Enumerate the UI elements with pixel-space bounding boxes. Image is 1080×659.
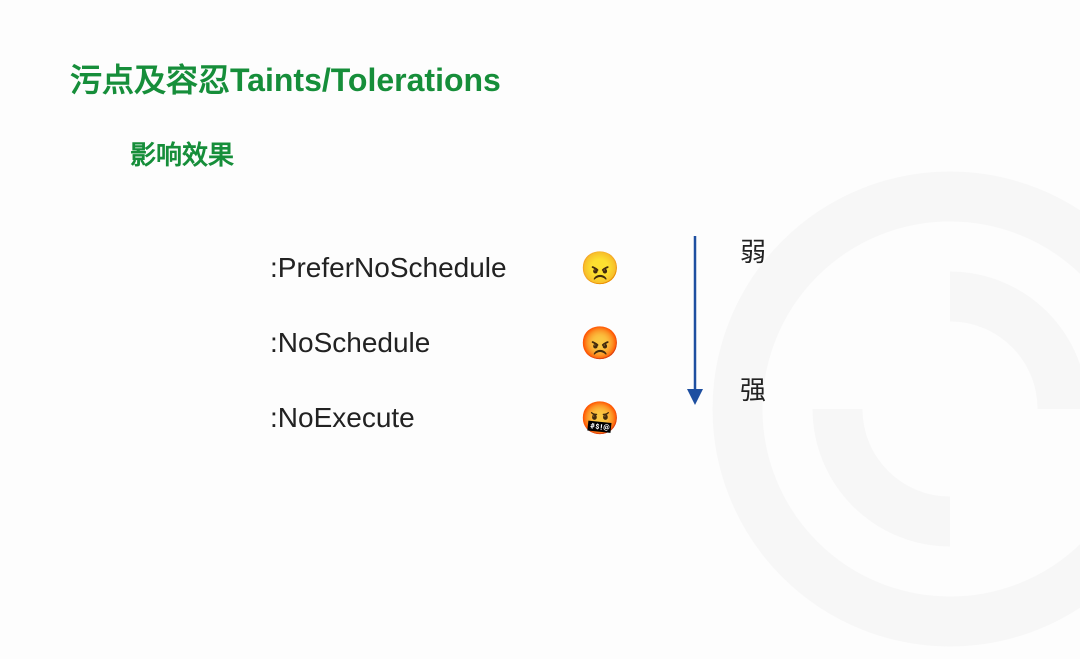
effect-row-noexecute: :NoExecute 🤬 xyxy=(270,380,630,455)
effect-row-prefernoschedule: :PreferNoSchedule 😠 xyxy=(270,230,630,305)
strength-arrow xyxy=(680,232,710,407)
scale-strong-label: 强 xyxy=(740,370,766,407)
effect-row-noschedule: :NoSchedule 😡 xyxy=(270,305,630,380)
effect-label: :NoExecute xyxy=(270,402,570,434)
pouting-face-icon: 😡 xyxy=(570,324,630,362)
angry-face-icon: 😠 xyxy=(570,249,630,287)
strength-scale: 弱 强 xyxy=(740,232,766,407)
effect-label: :PreferNoSchedule xyxy=(270,252,570,284)
effect-label: :NoSchedule xyxy=(270,327,570,359)
section-subtitle: 影响效果 xyxy=(130,135,234,172)
effect-list: :PreferNoSchedule 😠 :NoSchedule 😡 :NoExe… xyxy=(270,230,630,455)
swearing-face-icon: 🤬 xyxy=(570,399,630,437)
scale-weak-label: 弱 xyxy=(740,232,766,269)
page-title: 污点及容忍Taints/Tolerations xyxy=(70,55,501,101)
